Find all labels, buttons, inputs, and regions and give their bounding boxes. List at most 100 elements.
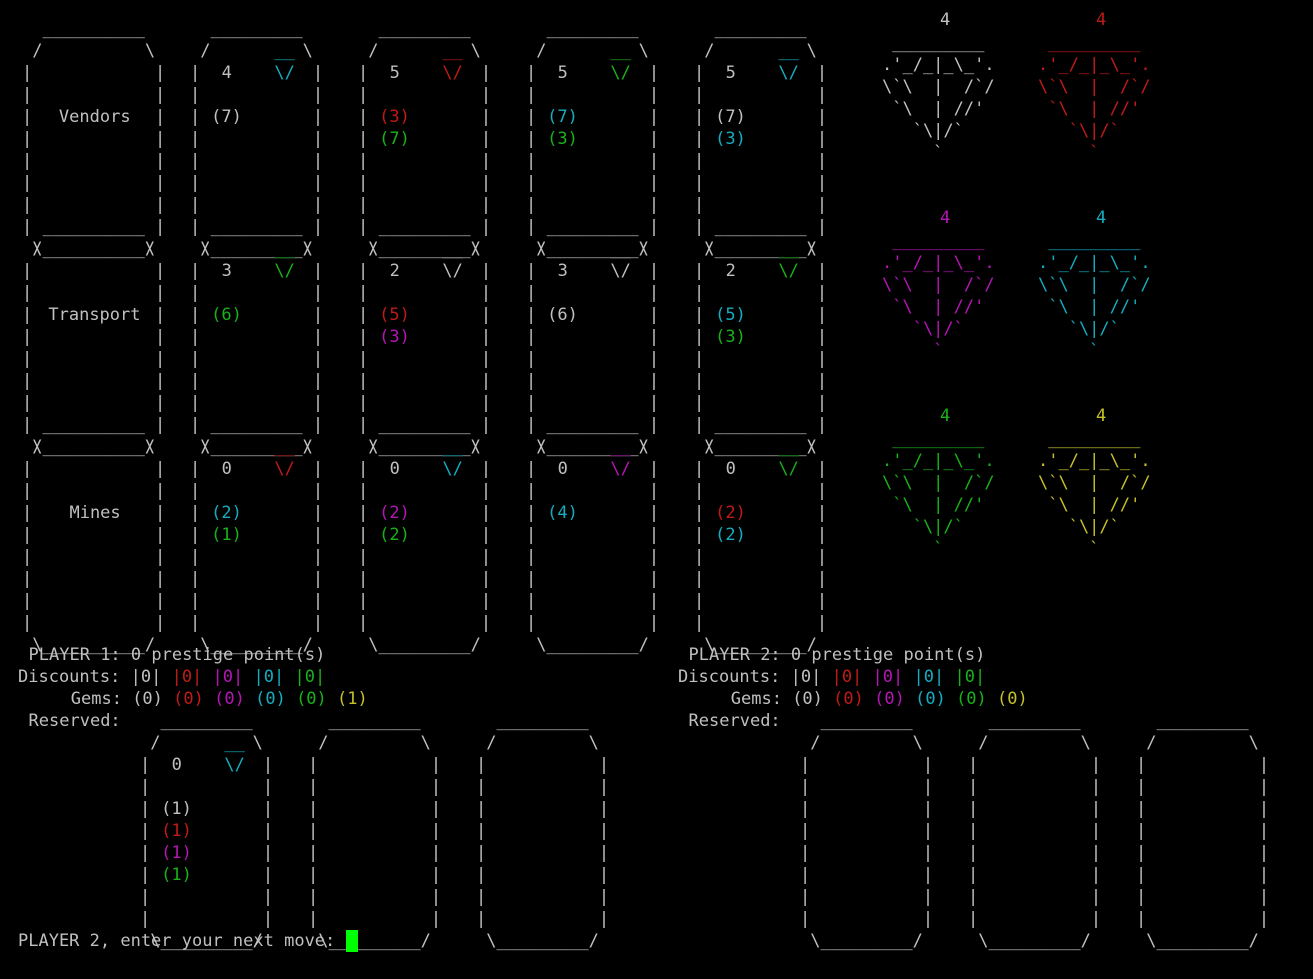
gem-value: (0) <box>296 689 327 709</box>
reserved-card-slot[interactable]: _________ / \ | | | | | | | | | | | | | … <box>140 710 273 952</box>
gem-type-icon: __ \/ <box>778 40 798 84</box>
gem-type-icon: __ \/ <box>274 40 294 84</box>
gem-type-icon: __ \/ <box>610 40 630 84</box>
card-points: 0 <box>558 458 568 480</box>
board-card[interactable]: _________ / \ | | | | | | | | | | | | | … <box>526 414 659 656</box>
gem-type-icon: __ \/ <box>778 239 799 281</box>
card-cost: (7) <box>379 128 410 150</box>
card-points: 0 <box>726 458 736 480</box>
card-points: 0 <box>557 459 568 479</box>
card-cost: (1) <box>211 524 242 546</box>
gem-green-icon[interactable]: _________ .'_/_|_\_'. \`\ | /`/ `\ | //'… <box>882 428 995 560</box>
card-cost: (6) <box>547 304 578 326</box>
player-discounts: Discounts: |0| |0| |0| |0| |0| <box>678 666 985 688</box>
deck-label: Mines <box>69 503 121 523</box>
card-cost: (1) <box>161 798 192 820</box>
card-cost: (7) <box>547 106 578 128</box>
gem-red-icon: _________ .'_/_|_\_'. \`\ | /`/ `\ | //'… <box>1038 33 1151 163</box>
card-cost: (1) <box>161 865 192 885</box>
board-card[interactable]: _________ / \ | | | | | | | | | | | | | … <box>190 414 323 656</box>
card-points: 3 <box>558 260 568 282</box>
gem-value: (0) <box>792 689 823 709</box>
card-cost: (6) <box>211 305 242 325</box>
player-gems: Gems: (0) (0) (0) (0) (0) (1) <box>71 688 368 710</box>
card-cost: (3) <box>715 128 746 150</box>
bank-count: 4 <box>940 9 950 31</box>
gem-cyan-icon[interactable]: _________ .'_/_|_\_'. \`\ | /`/ `\ | //'… <box>1038 230 1151 362</box>
bank-count: 4 <box>940 405 950 427</box>
discount-value: |0| <box>913 667 945 687</box>
reserved-card-slot[interactable]: _________ / \ | | | | | | | | | | | | | … <box>968 710 1101 952</box>
card-points: 3 <box>557 261 568 281</box>
card-points: 0 <box>389 459 400 479</box>
card-frame: _________ / \ | | | | | | | | | | | | | … <box>358 415 492 655</box>
card-cost: (3) <box>379 326 410 348</box>
reserved-card-slot[interactable]: _________ / \ | | | | | | | | | | | | | … <box>308 710 441 952</box>
deck-mines[interactable]: __________ / \ | | | | | | | | | | | | |… <box>22 414 165 656</box>
gem-yellow-icon: _________ .'_/_|_\_'. \`\ | /`/ `\ | //'… <box>1038 429 1151 559</box>
reserved-card-slot[interactable]: _________ / \ | | | | | | | | | | | | | … <box>800 710 933 952</box>
card-cost: (7) <box>379 129 410 149</box>
card-points: 2 <box>389 261 400 281</box>
player-header: PLAYER 2: 0 prestige point(s) <box>688 645 986 665</box>
card-frame: _________ / \ | | | | | | | | | | | | | … <box>968 711 1102 951</box>
card-points: 0 <box>725 459 736 479</box>
card-cost: (2) <box>715 525 746 545</box>
gem-type-icon: __ \/ <box>778 238 798 282</box>
discount-value: |0| <box>790 667 822 687</box>
gem-type-icon: __ \/ <box>274 437 295 479</box>
gem-type-icon: __ \/ <box>274 238 294 282</box>
card-cost: (7) <box>211 107 242 127</box>
bank-count: 4 <box>940 208 951 228</box>
discount-value: |0| <box>212 667 244 687</box>
card-cost: (2) <box>715 503 746 523</box>
board-card[interactable]: _________ / \ | | | | | | | | | | | | | … <box>358 414 491 656</box>
bank-count: 4 <box>940 207 950 229</box>
card-points: 5 <box>389 63 400 83</box>
card-frame: _________ / \ | | | | | | | | | | | | | … <box>476 711 610 951</box>
bank-count: 4 <box>1096 10 1107 30</box>
card-points: 0 <box>172 754 182 776</box>
command-prompt[interactable]: PLAYER 2, enter your next move: <box>18 930 358 952</box>
gem-yellow-icon[interactable]: _________ .'_/_|_\_'. \`\ | /`/ `\ | //'… <box>1038 428 1151 560</box>
discount-value: |0| <box>294 667 326 687</box>
card-frame: _________ / \ | | | | | | | | | | | | | … <box>140 711 274 951</box>
card-cost: (2) <box>211 502 242 524</box>
gem-type-icon: __ \/ <box>442 238 462 282</box>
reserved-card-slot[interactable]: _________ / \ | | | | | | | | | | | | | … <box>476 710 609 952</box>
bank-count: 4 <box>1096 207 1106 229</box>
gems-label: Gems: <box>730 689 782 709</box>
bank-count: 4 <box>1096 405 1106 427</box>
card-cost: (3) <box>715 326 746 348</box>
card-points: 2 <box>725 261 736 281</box>
player-discounts: Discounts: |0| |0| |0| |0| |0| <box>18 666 325 688</box>
gem-type-icon: __ \/ <box>224 732 244 776</box>
board-card[interactable]: _________ / \ | | | | | | | | | | | | | … <box>694 414 827 656</box>
gem-type-icon: __ \/ <box>778 41 799 83</box>
card-cost: (2) <box>211 503 242 523</box>
deck-label: Transport <box>48 304 140 326</box>
reserved-card-slot[interactable]: _________ / \ | | | | | | | | | | | | | … <box>1136 710 1269 952</box>
card-cost: (2) <box>379 524 410 546</box>
gem-value: (0) <box>833 689 864 709</box>
card-cost: (3) <box>379 107 410 127</box>
gem-magenta-icon[interactable]: _________ .'_/_|_\_'. \`\ | /`/ `\ | //'… <box>882 230 995 362</box>
gem-white-icon: _________ .'_/_|_\_'. \`\ | /`/ `\ | //'… <box>882 33 995 163</box>
card-cost: (7) <box>211 106 242 128</box>
gem-value: (0) <box>915 689 946 709</box>
text-cursor[interactable] <box>345 930 358 952</box>
prompt-text: PLAYER 2, enter your next move: <box>18 931 346 951</box>
gem-white-icon[interactable]: _________ .'_/_|_\_'. \`\ | /`/ `\ | //'… <box>882 32 995 164</box>
card-points: 0 <box>222 458 232 480</box>
gem-red-icon[interactable]: _________ .'_/_|_\_'. \`\ | /`/ `\ | //'… <box>1038 32 1151 164</box>
bank-count: 4 <box>940 406 951 426</box>
